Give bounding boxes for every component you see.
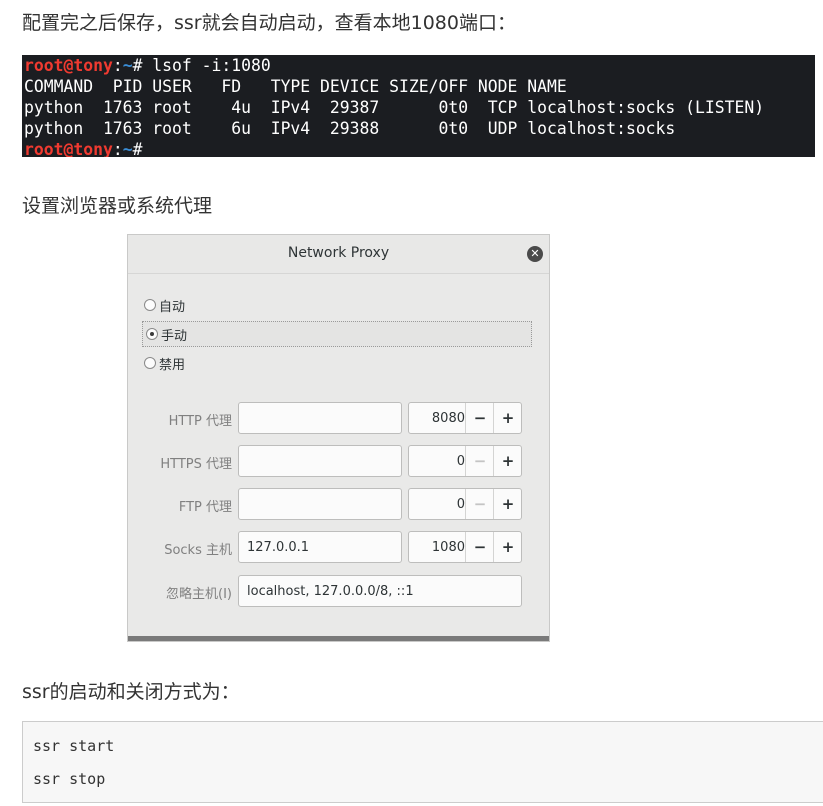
http-port-decrement-button[interactable]: −: [465, 403, 494, 433]
dialog-titlebar: Network Proxy ✕: [128, 235, 549, 274]
close-icon[interactable]: ✕: [527, 246, 543, 262]
ftp-port-increment-button[interactable]: +: [493, 489, 522, 519]
ignore-hosts-input[interactable]: localhost, 127.0.0.0/8, ::1: [238, 575, 522, 607]
radio-icon: [144, 299, 156, 311]
start-stop-paragraph: ssr的启动和关闭方式为：: [22, 681, 240, 703]
code-block: ssr start ssr stop: [22, 721, 823, 803]
prompt-symbol: #: [132, 140, 143, 157]
mode-auto-label: 自动: [159, 299, 186, 315]
ftp-port-value[interactable]: 0: [409, 497, 465, 512]
mode-disabled-label: 禁用: [159, 357, 186, 373]
http-proxy-label: HTTP 代理: [168, 414, 232, 429]
socks-port-value[interactable]: 1080: [409, 540, 465, 555]
http-host-input[interactable]: [238, 402, 402, 434]
terminal-command-line: root@tony:~# lsof -i:1080: [24, 55, 815, 76]
terminal-output-row: python 1763 root 4u IPv4 29387 0t0 TCP l…: [24, 98, 765, 117]
network-proxy-dialog: Network Proxy ✕ 自动 手动 禁用 HTTP 代理 8080 − …: [127, 234, 550, 642]
socks-host-input[interactable]: 127.0.0.1: [238, 531, 402, 563]
socks-port-decrement-button[interactable]: −: [465, 532, 494, 562]
prompt-separator: :: [112, 56, 123, 75]
https-port-spinner: 0 − +: [408, 445, 522, 477]
radio-selected-icon: [146, 328, 158, 340]
terminal-output-header: COMMAND PID USER FD TYPE DEVICE SIZE/OFF…: [24, 77, 567, 96]
terminal-output-row: python 1763 root 6u IPv4 29388 0t0 UDP l…: [24, 119, 676, 138]
radio-icon: [144, 357, 156, 369]
ftp-proxy-label: FTP 代理: [178, 500, 232, 515]
intro-paragraph: 配置完之后保存，ssr就会自动启动，查看本地1080端口：: [22, 12, 516, 34]
http-port-spinner: 8080 − +: [408, 402, 522, 434]
ignore-hosts-label: 忽略主机(I): [166, 587, 232, 602]
prompt-user: root@tony: [24, 140, 113, 157]
mode-auto-radio[interactable]: 自动: [144, 292, 185, 318]
terminal-screenshot: root@tony:~# lsof -i:1080 COMMAND PID US…: [22, 55, 815, 157]
http-port-increment-button[interactable]: +: [493, 403, 522, 433]
https-port-increment-button[interactable]: +: [493, 446, 522, 476]
prompt-path: ~: [122, 140, 133, 157]
prompt-separator: :: [112, 140, 123, 157]
https-proxy-label: HTTPS 代理: [160, 457, 232, 472]
socks-port-increment-button[interactable]: +: [493, 532, 522, 562]
prompt-path: ~: [122, 56, 133, 75]
dialog-title: Network Proxy: [287, 245, 390, 261]
prompt-symbol: #: [132, 56, 143, 75]
terminal-final-prompt: root@tony:~#: [24, 139, 815, 157]
ftp-port-decrement-button[interactable]: −: [465, 489, 494, 519]
ftp-host-input[interactable]: [238, 488, 402, 520]
socks-port-spinner: 1080 − +: [408, 531, 522, 563]
socks-host-label: Socks 主机: [164, 543, 232, 558]
https-port-decrement-button[interactable]: −: [465, 446, 494, 476]
mode-disabled-radio[interactable]: 禁用: [144, 350, 185, 376]
https-host-input[interactable]: [238, 445, 402, 477]
http-port-value[interactable]: 8080: [409, 411, 465, 426]
ftp-port-spinner: 0 − +: [408, 488, 522, 520]
code-line-start: ssr start: [33, 737, 115, 755]
prompt-user: root@tony: [24, 56, 113, 75]
mode-manual-radio[interactable]: 手动: [142, 321, 532, 347]
https-port-value[interactable]: 0: [409, 454, 465, 469]
code-line-stop: ssr stop: [33, 770, 106, 788]
proxy-paragraph: 设置浏览器或系统代理: [22, 195, 213, 217]
terminal-command: lsof -i:1080: [142, 56, 271, 75]
mode-manual-label: 手动: [161, 328, 188, 344]
